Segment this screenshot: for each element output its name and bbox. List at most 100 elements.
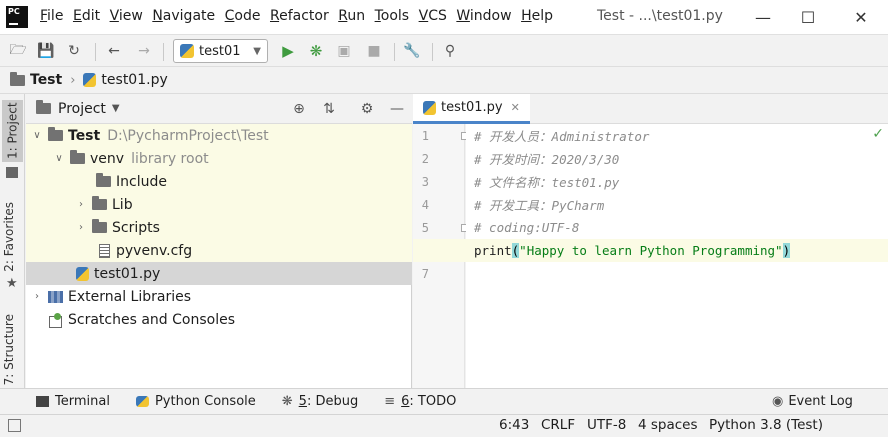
code-editor[interactable]: # 开发人员：Administrator # 开发时间：2020/3/30 # … <box>413 124 888 388</box>
line-number: 7 <box>421 267 429 281</box>
pycharm-logo-icon: PC <box>6 6 28 28</box>
tool-event-log[interactable]: ◉ Event Log <box>772 394 853 409</box>
tool-todo[interactable]: ≡ 6: TODO <box>384 394 456 409</box>
run-config-label: test01 <box>199 43 241 59</box>
tool-terminal[interactable]: Terminal <box>36 394 110 409</box>
status-line-separator[interactable]: CRLF <box>541 417 575 433</box>
title-bar: PC File Edit View Navigate Code Refactor… <box>0 0 888 34</box>
close-icon[interactable]: ✕ <box>848 4 874 30</box>
bottom-tool-bar: Terminal Python Console ❋ 5: Debug ≡ 6: … <box>0 388 888 414</box>
chevron-down-icon[interactable]: ▼ <box>112 103 120 114</box>
event-log-icon: ◉ <box>772 394 784 409</box>
scratches-icon <box>48 312 63 328</box>
line-number: 4 <box>421 198 429 212</box>
maximize-icon[interactable]: ☐ <box>795 4 821 30</box>
tree-item-venv[interactable]: ∨ venv library root <box>26 147 412 170</box>
wrench-settings-icon[interactable]: 🔧 <box>402 41 422 61</box>
toolbar-separator <box>394 43 395 61</box>
tab-structure[interactable]: 7: Structure <box>2 314 16 385</box>
left-tool-strip: 1: Project 2: Favorites ★ 7: Structure <box>0 94 25 388</box>
menu-run[interactable]: Run <box>338 8 365 24</box>
code-line: print("Happy to learn Python Programming… <box>474 239 791 262</box>
folder-icon <box>10 71 25 86</box>
menu-file[interactable]: File <box>40 8 63 24</box>
tool-python-console[interactable]: Python Console <box>135 394 256 409</box>
menu-refactor[interactable]: Refactor <box>270 8 329 24</box>
code-line: # 开发时间：2020/3/30 <box>474 152 620 167</box>
debug-bug-icon: ❋ <box>281 394 293 409</box>
tree-item-test[interactable]: ∨ Test D:\PycharmProject\Test <box>26 124 412 147</box>
breadcrumb: Test › test01.py <box>0 66 888 94</box>
chevron-right-icon[interactable]: › <box>30 291 44 302</box>
chevron-right-icon[interactable]: › <box>74 222 88 233</box>
project-folder-icon <box>6 167 18 178</box>
minimize-icon[interactable]: — <box>750 4 776 30</box>
menu-vcs[interactable]: VCS <box>419 8 447 24</box>
tree-item-scripts[interactable]: › Scripts <box>26 216 412 239</box>
library-icon <box>48 290 63 303</box>
open-folder-icon[interactable]: 🗁 <box>8 41 28 61</box>
forward-arrow-icon[interactable]: → <box>134 41 154 61</box>
folder-icon <box>92 219 107 233</box>
tool-windows-toggle-icon[interactable] <box>8 419 21 432</box>
tab-project[interactable]: 1: Project <box>2 100 23 162</box>
run-coverage-icon[interactable]: ▣ <box>334 41 354 61</box>
tool-debug[interactable]: ❋ 5: Debug <box>282 394 358 409</box>
code-line: # 开发工具：PyCharm <box>474 198 605 213</box>
main-toolbar: 🗁 💾 ↻ ← → test01 ▼ ▶ ❋ ▣ ■ 🔧 ⚲ <box>0 34 888 66</box>
star-icon: ★ <box>6 276 18 291</box>
line-number: 5 <box>421 221 429 235</box>
python-file-icon <box>423 100 436 115</box>
breadcrumb-project[interactable]: Test <box>30 72 62 88</box>
locate-target-icon[interactable]: ⊕ <box>290 100 308 118</box>
chevron-right-icon[interactable]: › <box>74 199 88 210</box>
menu-bar: File Edit View Navigate Code Refactor Ru… <box>40 8 563 24</box>
close-tab-icon[interactable]: ✕ <box>511 101 520 114</box>
search-icon[interactable]: ⚲ <box>440 41 460 61</box>
folder-icon <box>70 150 85 164</box>
window-title: Test - ...\test01.py <box>597 8 723 24</box>
breadcrumb-file[interactable]: test01.py <box>101 72 167 88</box>
menu-tools[interactable]: Tools <box>375 8 410 24</box>
back-arrow-icon[interactable]: ← <box>104 41 124 61</box>
hide-panel-icon[interactable]: — <box>388 100 406 118</box>
tree-item-scratches[interactable]: Scratches and Consoles <box>26 308 412 331</box>
tree-item-lib[interactable]: › Lib <box>26 193 412 216</box>
terminal-icon <box>36 396 49 407</box>
menu-view[interactable]: View <box>110 8 143 24</box>
chevron-down-icon[interactable]: ∨ <box>52 153 66 164</box>
save-icon[interactable]: 💾 <box>36 41 56 61</box>
tree-item-include[interactable]: Include <box>26 170 412 193</box>
python-file-icon <box>76 266 89 281</box>
tab-test01-py[interactable]: test01.py ✕ <box>413 94 530 124</box>
debug-bug-icon[interactable]: ❋ <box>306 41 326 61</box>
status-interpreter[interactable]: Python 3.8 (Test) <box>709 417 823 433</box>
tree-item-test01-py[interactable]: test01.py <box>26 262 412 285</box>
run-config-select[interactable]: test01 ▼ <box>173 39 268 63</box>
inspection-ok-check-icon[interactable]: ✓ <box>872 126 884 142</box>
chevron-down-icon[interactable]: ∨ <box>30 130 44 141</box>
tree-item-external-libraries[interactable]: › External Libraries <box>26 285 412 308</box>
run-icon[interactable]: ▶ <box>278 41 298 61</box>
menu-code[interactable]: Code <box>225 8 261 24</box>
tree-item-pyvenv-cfg[interactable]: pyvenv.cfg <box>26 239 412 262</box>
menu-edit[interactable]: Edit <box>73 8 100 24</box>
toolbar-separator <box>432 43 433 61</box>
config-file-icon <box>99 243 110 258</box>
gear-icon[interactable]: ⚙ <box>358 100 376 118</box>
chevron-down-icon: ▼ <box>253 45 261 57</box>
sync-icon[interactable]: ↻ <box>64 41 84 61</box>
code-func: print <box>474 243 512 258</box>
status-indent[interactable]: 4 spaces <box>638 417 698 433</box>
menu-help[interactable]: Help <box>521 8 553 24</box>
status-encoding[interactable]: UTF-8 <box>587 417 626 433</box>
menu-navigate[interactable]: Navigate <box>152 8 215 24</box>
project-panel-title[interactable]: Project <box>58 101 106 117</box>
status-bar: 6:43 CRLF UTF-8 4 spaces Python 3.8 (Tes… <box>0 414 888 437</box>
status-caret-position[interactable]: 6:43 <box>499 417 529 433</box>
collapse-all-icon[interactable]: ⇅ <box>320 100 338 118</box>
stop-icon[interactable]: ■ <box>364 41 384 61</box>
line-number: 1 <box>421 129 429 143</box>
menu-window[interactable]: Window <box>456 8 511 24</box>
tab-favorites[interactable]: 2: Favorites <box>2 202 16 272</box>
